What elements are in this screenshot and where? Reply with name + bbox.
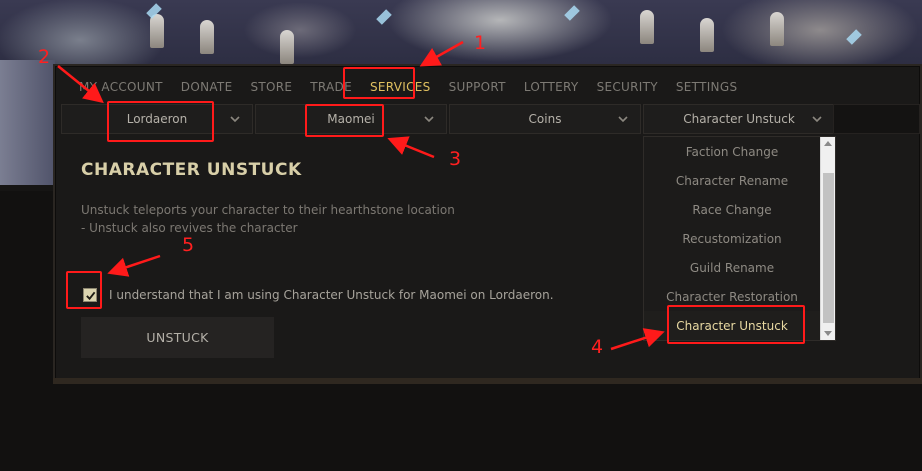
chevron-down-icon	[616, 112, 630, 126]
scenery-spire	[770, 12, 784, 46]
dropdown-option[interactable]: Character Restoration	[644, 282, 820, 311]
scrollbar-thumb[interactable]	[823, 173, 834, 323]
scroll-down-icon[interactable]	[824, 331, 832, 336]
chevron-down-icon	[228, 112, 242, 126]
page-title: CHARACTER UNSTUCK	[81, 160, 302, 180]
nav-donate[interactable]: DONATE	[173, 76, 241, 98]
currency-select[interactable]: Coins	[449, 104, 641, 134]
nav-my-account[interactable]: MY ACCOUNT	[55, 76, 171, 98]
confirm-row: I understand that I am using Character U…	[83, 288, 554, 302]
chevron-down-icon	[422, 112, 436, 126]
checkmark-icon	[85, 291, 95, 300]
annotation-number-2: 2	[38, 46, 51, 68]
annotation-number-5: 5	[182, 234, 195, 256]
nav-services[interactable]: SERVICES	[362, 76, 439, 98]
nav-settings[interactable]: SETTINGS	[668, 76, 745, 98]
nav-trade[interactable]: TRADE	[302, 76, 360, 98]
confirm-checkbox[interactable]	[83, 288, 97, 302]
annotation-number-1: 1	[474, 32, 487, 54]
annotation-number-4: 4	[591, 336, 604, 358]
scenery-spire	[150, 14, 164, 48]
currency-select-value: Coins	[528, 112, 562, 126]
selector-bar-filler	[833, 104, 920, 134]
dropdown-option[interactable]: Recustomization	[644, 224, 820, 253]
nav-store[interactable]: STORE	[242, 76, 300, 98]
service-dropdown-list: Faction Change Character Rename Race Cha…	[643, 136, 836, 341]
scenery-crystal	[564, 5, 580, 21]
description-line-2: - Unstuck also revives the character	[81, 221, 298, 235]
confirm-label: I understand that I am using Character U…	[109, 288, 554, 302]
nav-security[interactable]: SECURITY	[589, 76, 666, 98]
realm-select[interactable]: Lordaeron	[61, 104, 253, 134]
scenery-spire	[280, 30, 294, 64]
nav-lottery[interactable]: LOTTERY	[516, 76, 587, 98]
service-select-value: Character Unstuck	[683, 112, 795, 126]
annotation-number-3: 3	[449, 148, 462, 170]
dropdown-option[interactable]: Race Change	[644, 195, 820, 224]
description-line-1: Unstuck teleports your character to thei…	[81, 203, 455, 217]
chevron-down-icon	[810, 112, 824, 126]
nav-support[interactable]: SUPPORT	[441, 76, 514, 98]
scenery-spire	[700, 18, 714, 52]
dropdown-option[interactable]: Guild Rename	[644, 253, 820, 282]
scroll-up-icon[interactable]	[824, 141, 832, 146]
panel-bottom-border	[53, 378, 922, 384]
unstuck-button[interactable]: UNSTUCK	[81, 317, 274, 358]
service-select[interactable]: Character Unstuck	[643, 104, 835, 134]
scenery-crystal	[846, 29, 862, 45]
dropdown-option[interactable]: Character Rename	[644, 166, 820, 195]
dropdown-option-selected[interactable]: Character Unstuck	[644, 311, 820, 340]
character-select-value: Maomei	[327, 112, 375, 126]
scenery-crystal	[376, 9, 392, 25]
dropdown-scrollbar[interactable]	[820, 137, 835, 340]
scenery-tower	[0, 60, 55, 190]
scenery-spire	[640, 10, 654, 44]
scenery-spire	[200, 20, 214, 54]
character-select[interactable]: Maomei	[255, 104, 447, 134]
realm-select-value: Lordaeron	[126, 112, 188, 126]
dropdown-option[interactable]: Faction Change	[644, 137, 820, 166]
account-panel: MY ACCOUNT DONATE STORE TRADE SERVICES S…	[53, 64, 922, 382]
main-nav: MY ACCOUNT DONATE STORE TRADE SERVICES S…	[55, 72, 747, 102]
service-selectors: Lordaeron Maomei Coins Character Unstuck	[61, 104, 837, 136]
